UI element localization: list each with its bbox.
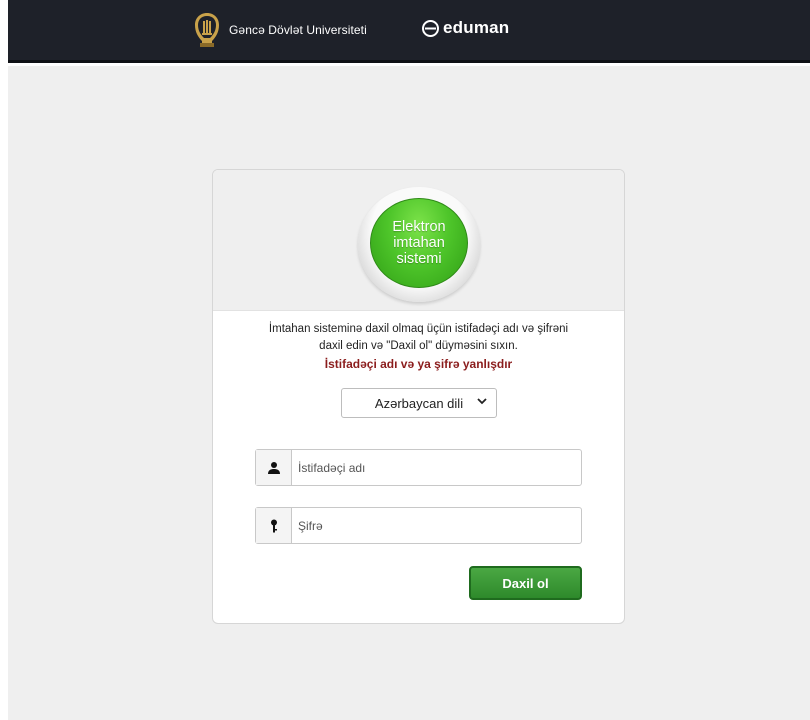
login-card-header: Elektron imtahan sistemi [213,170,624,311]
university-brand[interactable]: Gəncə Dövlət Universiteti [192,12,367,48]
chevron-down-icon [477,398,487,405]
username-input[interactable]: İstifadəçi adı [298,461,365,475]
password-input[interactable]: Şifrə [298,519,323,533]
username-field[interactable]: İstifadəçi adı [255,449,582,486]
username-addon [256,450,292,485]
language-select[interactable]: Azərbaycan dili [341,388,497,418]
login-instructions: İmtahan sisteminə daxil olmaq üçün istif… [213,321,624,355]
password-addon [256,508,292,543]
login-error-message: İstifadəçi adı və ya şifrə yanlışdır [324,357,513,371]
exam-system-badge-inner: Elektron imtahan sistemi [370,198,468,288]
badge-line-1: Elektron [392,219,446,235]
language-select-value: Azərbaycan dili [374,395,464,411]
badge-line-2: imtahan [393,235,445,251]
key-icon [270,519,277,532]
university-name: Gəncə Dövlət Universiteti [229,23,367,37]
exam-system-badge: Elektron imtahan sistemi [358,187,480,302]
badge-line-3: sistemi [396,251,442,267]
top-bar: Gəncə Dövlət Universiteti eduman [8,0,810,63]
university-crest-icon [195,13,219,47]
instruction-line-2: daxil edin və "Daxil ol" düyməsini sıxın… [319,340,518,352]
login-card: Elektron imtahan sistemi İmtahan sistemi… [212,169,625,624]
user-icon [267,461,280,474]
eduman-logo-icon [422,19,439,37]
password-field[interactable]: Şifrə [255,507,582,544]
eduman-name: eduman [443,18,510,37]
instruction-line-1: İmtahan sisteminə daxil olmaq üçün istif… [268,323,569,335]
login-submit-button[interactable]: Daxil ol [469,566,582,600]
eduman-brand[interactable]: eduman [422,18,509,38]
